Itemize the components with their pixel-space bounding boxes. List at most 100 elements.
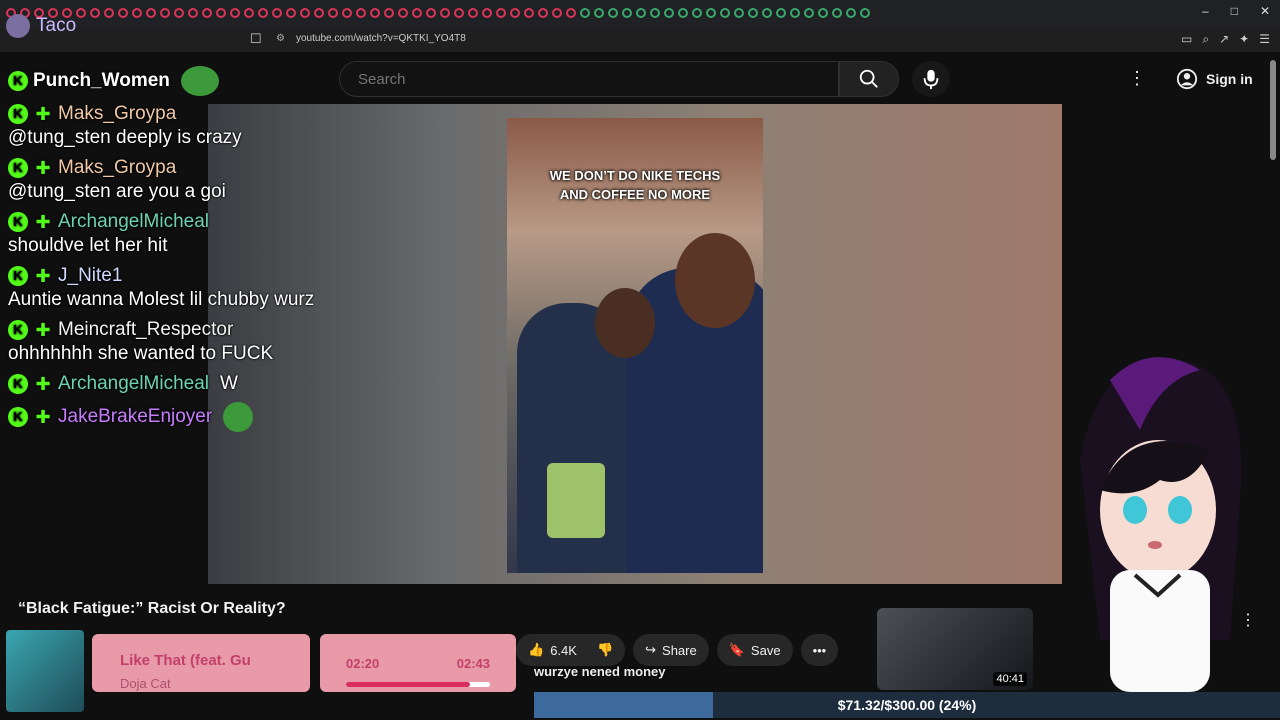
browser-tab-icon[interactable] — [762, 8, 772, 18]
browser-tab-icon[interactable] — [426, 8, 436, 18]
close-window-button[interactable]: ✕ — [1260, 4, 1270, 18]
share-page-icon[interactable]: ↗ — [1219, 32, 1229, 47]
chat-message: K ✚ Maks_Groypa @tung_sten deeply is crazy — [8, 102, 338, 150]
browser-tab-icon[interactable] — [384, 8, 394, 18]
browser-tab-icon[interactable] — [314, 8, 324, 18]
browser-tab-icon[interactable] — [286, 8, 296, 18]
chat-username[interactable]: J_Nite1 — [58, 264, 122, 288]
browser-tab-icon[interactable] — [790, 8, 800, 18]
kick-badge-icon: K — [8, 320, 28, 340]
browser-tab-icon[interactable] — [342, 8, 352, 18]
more-actions-button[interactable]: ••• — [800, 634, 839, 666]
browser-tab-icon[interactable] — [146, 8, 156, 18]
browser-tab-icon[interactable] — [510, 8, 520, 18]
recommended-options-icon[interactable]: ⋮ — [1240, 610, 1256, 630]
browser-tab-icon[interactable] — [580, 8, 590, 18]
account-icon — [1176, 68, 1198, 90]
browser-tab-icon[interactable] — [370, 8, 380, 18]
browser-tab-icon[interactable] — [804, 8, 814, 18]
browser-tab-icon[interactable] — [356, 8, 366, 18]
browser-tab-icon[interactable] — [216, 8, 226, 18]
browser-tab-icon[interactable] — [104, 8, 114, 18]
more-options-icon[interactable]: ⋮ — [1128, 68, 1146, 89]
browser-tab-icon[interactable] — [818, 8, 828, 18]
address-bar: ☐ ⚙ youtube.com/watch?v=QKTKI_YO4T8 ▭ ⌕ … — [0, 28, 1280, 52]
cast-icon[interactable]: ▭ — [1181, 32, 1192, 47]
video-title[interactable]: “Black Fatigue:” Racist Or Reality? — [18, 600, 286, 618]
chat-username[interactable]: Maks_Groypa — [58, 156, 176, 180]
menu-icon[interactable]: ☰ — [1259, 32, 1270, 47]
browser-tab-icon[interactable] — [90, 8, 100, 18]
kick-badge-icon: K — [8, 158, 28, 178]
chat-username[interactable]: ArchangelMicheal — [58, 372, 209, 396]
browser-tab-icon[interactable] — [594, 8, 604, 18]
browser-tab-icon[interactable] — [454, 8, 464, 18]
recommended-video-thumbnail[interactable]: 40:41 — [877, 608, 1033, 690]
like-count: 6.4K — [550, 642, 577, 658]
thumbs-down-icon[interactable]: 👎 — [597, 642, 613, 658]
browser-tab-icon[interactable] — [692, 8, 702, 18]
person-right-head — [675, 233, 755, 328]
browser-tab-icon[interactable] — [538, 8, 548, 18]
browser-tab-icon[interactable] — [482, 8, 492, 18]
extensions-icon[interactable]: ✦ — [1239, 32, 1249, 47]
browser-tab-icon[interactable] — [552, 8, 562, 18]
browser-tab-icon[interactable] — [734, 8, 744, 18]
browser-tab-icon[interactable] — [258, 8, 268, 18]
page-scrollbar[interactable] — [1270, 60, 1276, 160]
browser-tab-icon[interactable] — [230, 8, 240, 18]
minimize-button[interactable]: – — [1202, 4, 1209, 18]
tab-strip[interactable] — [6, 8, 1146, 20]
browser-tab-icon[interactable] — [328, 8, 338, 18]
browser-tab-icon[interactable] — [664, 8, 674, 18]
site-info-icon[interactable]: ⚙ — [276, 33, 285, 44]
browser-tab-icon[interactable] — [524, 8, 534, 18]
browser-tab-icon[interactable] — [566, 8, 576, 18]
share-button[interactable]: ↪ Share — [633, 634, 709, 666]
chat-username[interactable]: ArchangelMicheal — [58, 210, 209, 234]
search-input[interactable] — [356, 70, 820, 89]
browser-tab-icon[interactable] — [608, 8, 618, 18]
save-button[interactable]: 🔖 Save — [716, 634, 793, 666]
browser-tab-icon[interactable] — [748, 8, 758, 18]
zoom-icon[interactable]: ⌕ — [1202, 32, 1209, 47]
browser-tab-icon[interactable] — [398, 8, 408, 18]
browser-tab-icon[interactable] — [440, 8, 450, 18]
browser-tab-icon[interactable] — [832, 8, 842, 18]
url-text[interactable]: youtube.com/watch?v=QKTKI_YO4T8 — [296, 33, 466, 44]
browser-tab-icon[interactable] — [720, 8, 730, 18]
browser-tab-icon[interactable] — [272, 8, 282, 18]
voice-search-button[interactable] — [912, 61, 950, 97]
browser-tab-icon[interactable] — [188, 8, 198, 18]
browser-tab-icon[interactable] — [706, 8, 716, 18]
like-button[interactable]: 👍 6.4K 👎 — [516, 634, 626, 666]
search-box[interactable] — [339, 61, 839, 97]
browser-tab-icon[interactable] — [678, 8, 688, 18]
browser-tab-icon[interactable] — [468, 8, 478, 18]
browser-tab-icon[interactable] — [860, 8, 870, 18]
chat-username[interactable]: JakeBrakeEnjoyer — [58, 405, 212, 429]
maximize-button[interactable]: □ — [1231, 4, 1238, 18]
browser-tab-icon[interactable] — [160, 8, 170, 18]
browser-tab-icon[interactable] — [846, 8, 856, 18]
browser-tab-icon[interactable] — [118, 8, 128, 18]
browser-tab-icon[interactable] — [202, 8, 212, 18]
bookmark-icon[interactable]: ☐ — [250, 31, 262, 47]
chat-username[interactable]: Meincraft_Respector — [58, 318, 233, 342]
sign-in-button[interactable]: Sign in — [1166, 64, 1263, 94]
browser-tab-icon[interactable] — [244, 8, 254, 18]
browser-tab-icon[interactable] — [76, 8, 86, 18]
browser-tab-icon[interactable] — [636, 8, 646, 18]
search-button[interactable] — [839, 61, 899, 97]
browser-tab-icon[interactable] — [496, 8, 506, 18]
browser-tab-icon[interactable] — [412, 8, 422, 18]
browser-tab-icon[interactable] — [650, 8, 660, 18]
browser-tab-icon[interactable] — [622, 8, 632, 18]
subscriber-badge-icon: ✚ — [35, 266, 51, 286]
browser-tab-icon[interactable] — [776, 8, 786, 18]
browser-tab-icon[interactable] — [300, 8, 310, 18]
browser-tab-icon[interactable] — [132, 8, 142, 18]
browser-tab-icon[interactable] — [174, 8, 184, 18]
video-actions: 👍 6.4K 👎 ↪ Share 🔖 Save ••• — [516, 634, 839, 666]
chat-username[interactable]: Maks_Groypa — [58, 102, 176, 126]
